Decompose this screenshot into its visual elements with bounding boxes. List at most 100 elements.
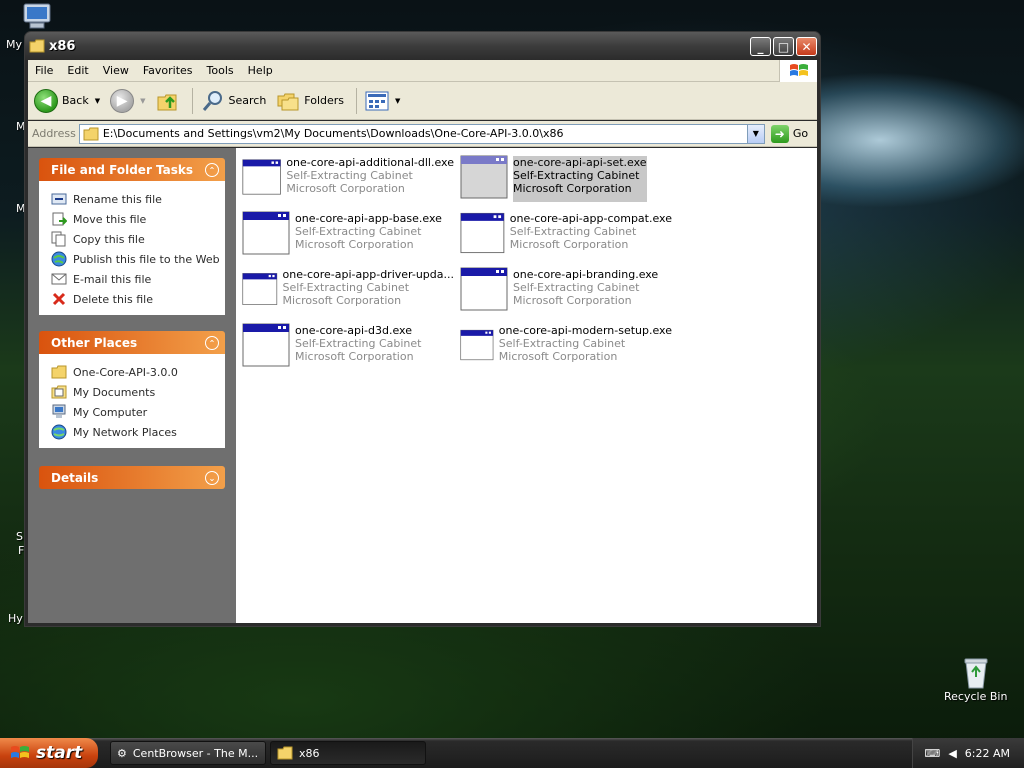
recycle-bin-label: Recycle Bin: [944, 690, 1008, 703]
taskbar-item-x86[interactable]: x86: [270, 741, 426, 765]
task-label: Delete this file: [73, 292, 153, 306]
menu-file[interactable]: File: [28, 64, 60, 77]
task-label: Move this file: [73, 212, 147, 226]
chevron-down-icon[interactable]: ▼: [395, 97, 400, 105]
file-company: Microsoft Corporation: [509, 238, 629, 251]
address-input[interactable]: E:\Documents and Settings\vm2\My Documen…: [78, 123, 765, 144]
chevron-down-icon[interactable]: ⌄: [205, 471, 219, 485]
place-one-core-api[interactable]: One-Core-API-3.0.0: [51, 362, 215, 382]
explorer-window: x86 _ □ ✕ File Edit View Favorites Tools…: [24, 31, 821, 627]
menu-help[interactable]: Help: [241, 64, 280, 77]
rename-icon: [51, 191, 67, 207]
file-item[interactable]: one-core-api-modern-setup.exe Self-Extrac…: [460, 322, 672, 370]
file-item[interactable]: one-core-api-app-base.exe Self-Extracting…: [242, 210, 454, 258]
taskbar: start ⚙ CentBrowser - The M... x86 ⌨ ◀ 6…: [0, 738, 1024, 768]
panel-header[interactable]: Other Places ⌃: [39, 331, 225, 354]
other-places-panel: Other Places ⌃ One-Core-API-3.0.0 My Doc…: [39, 331, 225, 448]
task-move[interactable]: Move this file: [51, 209, 215, 229]
folders-button[interactable]: Folders: [276, 90, 344, 112]
place-my-network[interactable]: My Network Places: [51, 422, 215, 442]
task-publish[interactable]: Publish this file to the Web: [51, 249, 220, 269]
desktop-icon-my-computer[interactable]: [20, 2, 54, 32]
computer-icon: [23, 3, 51, 29]
chevron-up-icon[interactable]: ⌃: [205, 163, 219, 177]
keyboard-icon[interactable]: ⌨: [924, 747, 940, 760]
task-label: Rename this file: [73, 192, 162, 206]
delete-icon: [51, 291, 67, 307]
task-pane: File and Folder Tasks ⌃ Rename this file…: [28, 148, 236, 623]
folder-icon: [29, 39, 45, 53]
taskbar-item-centbrowser[interactable]: ⚙ CentBrowser - The M...: [110, 741, 266, 765]
minimize-button[interactable]: _: [750, 37, 771, 56]
place-my-documents[interactable]: My Documents: [51, 382, 215, 402]
menu-bar: File Edit View Favorites Tools Help: [28, 60, 817, 82]
address-label: Address: [32, 127, 76, 140]
exe-file-icon: [242, 159, 281, 195]
file-name: one-core-api-additional-dll.exe: [286, 156, 454, 169]
panel-header[interactable]: File and Folder Tasks ⌃: [39, 158, 225, 181]
desktop-icon-recycle-bin[interactable]: Recycle Bin: [944, 656, 1007, 703]
system-tray: ⌨ ◀ 6:22 AM: [912, 738, 1024, 768]
views-button[interactable]: ▼: [365, 91, 400, 111]
task-rename[interactable]: Rename this file: [51, 189, 215, 209]
exe-file-icon: [242, 323, 290, 367]
back-button[interactable]: ◀ Back ▼: [34, 88, 100, 113]
file-list: one-core-api-additional-dll.exe Self-Extr…: [236, 148, 817, 623]
file-item[interactable]: one-core-api-d3d.exe Self-Extracting Cabi…: [242, 322, 454, 370]
file-item[interactable]: one-core-api-branding.exe Self-Extracting…: [460, 266, 672, 314]
task-email[interactable]: E-mail this file: [51, 269, 215, 289]
file-name: one-core-api-app-base.exe: [295, 212, 442, 225]
clock[interactable]: 6:22 AM: [965, 747, 1010, 760]
chevron-down-icon[interactable]: ▼: [140, 97, 145, 105]
publish-icon: [51, 251, 67, 267]
menu-edit[interactable]: Edit: [60, 64, 95, 77]
menu-tools[interactable]: Tools: [200, 64, 241, 77]
task-delete[interactable]: Delete this file: [51, 289, 215, 309]
go-arrow-icon: ➜: [770, 124, 789, 143]
chevron-up-icon[interactable]: ⌃: [205, 336, 219, 350]
go-button[interactable]: ➜ Go: [770, 124, 808, 143]
exe-file-icon: [242, 211, 290, 255]
search-button[interactable]: Search: [201, 89, 267, 113]
panel-title: Details: [51, 470, 99, 485]
desktop-icon-label-my: My: [6, 38, 23, 51]
taskbar-item-label: x86: [299, 746, 320, 760]
file-item[interactable]: one-core-api-additional-dll.exe Self-Extr…: [242, 154, 454, 202]
panel-header[interactable]: Details ⌄: [39, 466, 225, 489]
chevron-left-icon[interactable]: ◀: [948, 747, 956, 760]
file-item[interactable]: one-core-api-app-compat.exe Self-Extracti…: [460, 210, 672, 258]
address-bar: Address E:\Documents and Settings\vm2\My…: [28, 121, 817, 147]
file-type: Self-Extracting Cabinet: [513, 169, 640, 182]
search-label: Search: [228, 94, 267, 107]
maximize-button[interactable]: □: [773, 37, 794, 56]
file-item[interactable]: one-core-api-app-driver-upda... Self-Extr…: [242, 266, 454, 314]
file-type: Self-Extracting Cabinet: [498, 337, 626, 350]
close-button[interactable]: ✕: [796, 37, 817, 56]
title-bar[interactable]: x86 _ □ ✕: [25, 32, 820, 60]
file-type: Self-Extracting Cabinet: [295, 337, 422, 350]
chevron-down-icon[interactable]: ▼: [746, 124, 764, 143]
menu-favorites[interactable]: Favorites: [136, 64, 200, 77]
chevron-down-icon[interactable]: ▼: [95, 97, 100, 105]
forward-button[interactable]: ▶ ▼: [110, 88, 146, 113]
recycle-bin-icon: [964, 658, 988, 689]
place-my-computer[interactable]: My Computer: [51, 402, 215, 422]
file-company: Microsoft Corporation: [286, 182, 405, 195]
start-button[interactable]: start: [0, 738, 98, 768]
file-item[interactable]: one-core-api-api-set.exe Self-Extracting …: [460, 154, 672, 202]
folder-icon: [277, 746, 293, 760]
file-type: Self-Extracting Cabinet: [513, 281, 640, 294]
desktop-peek-label: Hy: [8, 612, 23, 625]
menu-view[interactable]: View: [96, 64, 136, 77]
windows-logo-icon: [11, 746, 29, 758]
file-type: Self-Extracting Cabinet: [295, 225, 422, 238]
file-type: Self-Extracting Cabinet: [509, 225, 637, 238]
search-icon: [202, 90, 222, 111]
task-copy[interactable]: Copy this file: [51, 229, 215, 249]
taskbar-item-label: CentBrowser - The M...: [132, 746, 259, 760]
file-company: Microsoft Corporation: [513, 182, 632, 195]
up-button[interactable]: [156, 89, 180, 113]
back-label: Back: [62, 94, 89, 107]
place-label: One-Core-API-3.0.0: [73, 365, 178, 379]
folders-icon: [277, 93, 299, 110]
